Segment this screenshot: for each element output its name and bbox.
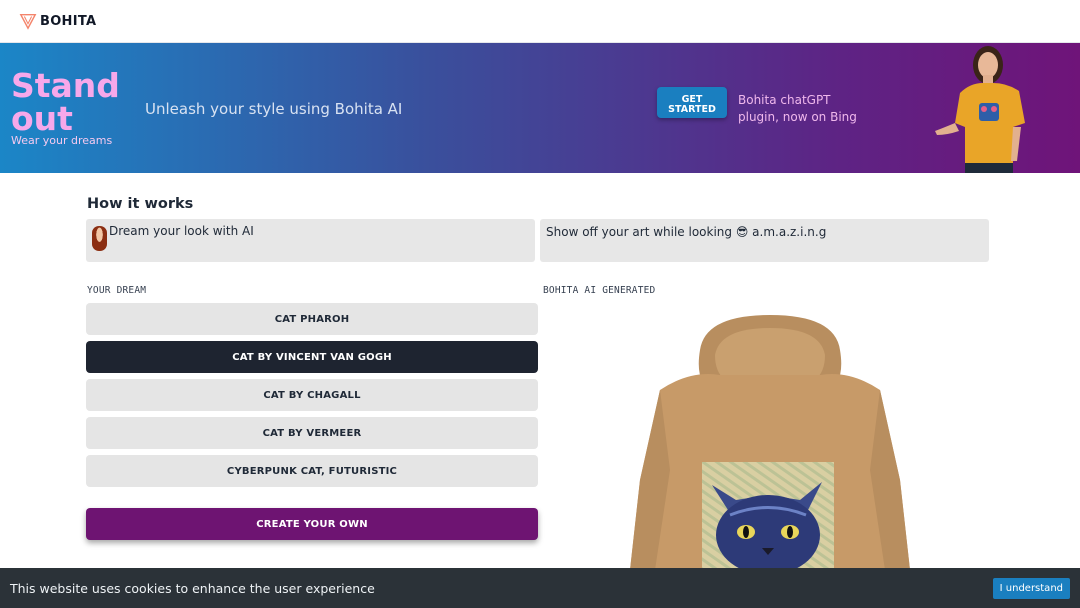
get-started-button[interactable]: GET STARTED [657,87,727,118]
cookie-accept-button[interactable]: I understand [992,577,1070,599]
v-chevron-logo-icon [19,12,37,30]
hero-tagline: Unleash your style using Bohita AI [145,100,403,118]
generated-hoodie-image [630,315,910,570]
dream-option-van-gogh[interactable]: CAT BY VINCENT VAN GOGH [86,341,538,373]
dream-option-chagall[interactable]: CAT BY CHAGALL [86,379,538,411]
get-started-line2: STARTED [668,104,716,115]
dream-option-cat-pharoh[interactable]: CAT PHAROH [86,303,538,335]
cookie-message: This website uses cookies to enhance the… [10,580,375,596]
brand-name: BOHITA [40,13,97,29]
cookie-banner: This website uses cookies to enhance the… [0,568,1080,608]
model-photo [935,46,1025,173]
step-card-dream: Dream your look with AI [86,219,535,262]
top-nav: BOHITA [0,0,1080,43]
avatar [92,226,107,251]
create-your-own-button[interactable]: CREATE YOUR OWN [86,508,538,540]
hero-subtitle: Wear your dreams [11,134,113,147]
hero-title-line1: Stand [11,66,120,105]
dream-options: CAT PHAROH CAT BY VINCENT VAN GOGH CAT B… [86,303,538,493]
generated-label: BOHITA AI GENERATED [543,285,656,296]
dream-option-vermeer[interactable]: CAT BY VERMEER [86,417,538,449]
step-card-show-off: Show off your art while looking 😎 a.m.a.… [540,219,989,262]
how-it-works-title: How it works [87,196,194,212]
hero-title: Stand out [11,69,120,135]
step-show-off-text: Show off your art while looking 😎 a.m.a.… [546,225,827,239]
step-dream-text: Dream your look with AI [109,224,254,238]
brand-logo[interactable]: BOHITA [19,12,96,30]
hero-title-line2: out [11,99,73,138]
your-dream-label: YOUR DREAM [87,285,147,296]
hero-banner: Stand out Wear your dreams Unleash your … [0,43,1080,173]
plugin-announcement[interactable]: Bohita chatGPT plugin, now on Bing [738,92,868,126]
dream-option-cyberpunk[interactable]: CYBERPUNK CAT, FUTURISTIC [86,455,538,487]
